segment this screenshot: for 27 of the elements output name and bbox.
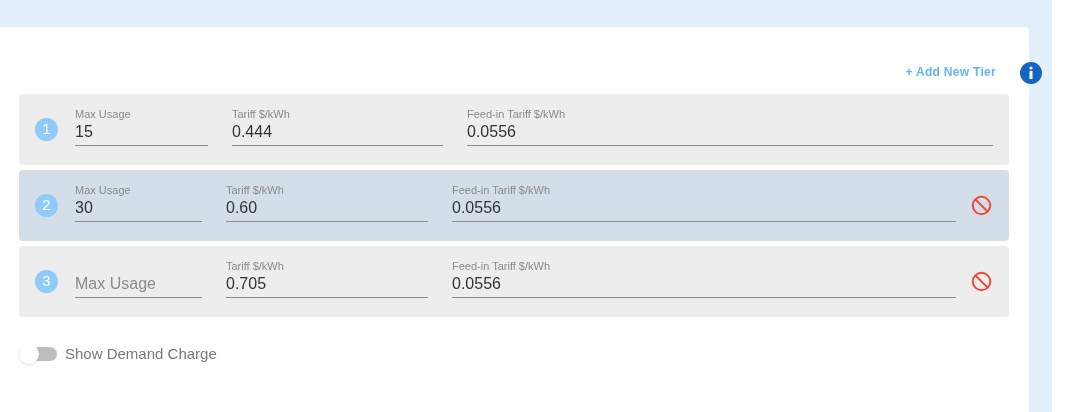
prohibit-icon <box>970 271 992 292</box>
field-label: Tariff $/kWh <box>226 260 284 272</box>
demand-charge-label: Show Demand Charge <box>65 344 217 364</box>
field-label: Max Usage <box>75 108 131 120</box>
input-field[interactable]: 0.60 <box>226 196 428 222</box>
input-field[interactable]: 0.444 <box>232 120 443 146</box>
input-field[interactable]: 15 <box>75 120 208 146</box>
input-field[interactable]: 0.705 <box>226 272 428 298</box>
input-field[interactable]: 30 <box>75 196 202 222</box>
tier-number: 2 <box>35 194 58 217</box>
field-label: Tariff $/kWh <box>226 184 284 196</box>
delete-button[interactable] <box>970 270 992 293</box>
info-icon[interactable] <box>1020 62 1042 84</box>
demand-charge-toggle[interactable] <box>19 347 57 362</box>
field-label: Max Usage <box>75 184 131 196</box>
field-label: Feed-in Tariff $/kWh <box>467 108 566 120</box>
prohibit-icon <box>970 195 992 216</box>
input-field[interactable]: 0.0556 <box>452 272 956 298</box>
input-field[interactable]: 0.0556 <box>467 120 993 146</box>
tier-number: 1 <box>35 118 58 141</box>
field-label: Feed-in Tariff $/kWh <box>452 260 551 272</box>
input-field[interactable]: Max Usage <box>75 272 202 298</box>
delete-button[interactable] <box>970 194 992 217</box>
field-label: Tariff $/kWh <box>232 108 290 120</box>
field-label: Feed-in Tariff $/kWh <box>452 184 551 196</box>
input-field[interactable]: 0.0556 <box>452 196 956 222</box>
tier-number: 3 <box>35 270 58 293</box>
